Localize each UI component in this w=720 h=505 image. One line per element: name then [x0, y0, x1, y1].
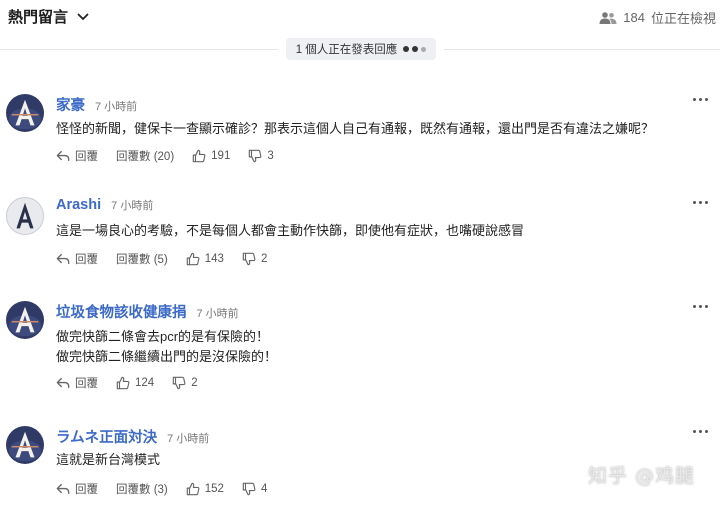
typing-text: 1 個人正在發表回應	[295, 44, 398, 56]
dislike-button[interactable]: 3	[248, 149, 274, 163]
more-options-icon[interactable]	[693, 305, 708, 308]
avatar[interactable]	[6, 426, 44, 464]
thumbs-down-icon	[172, 376, 186, 390]
reply-label: 回覆	[75, 484, 98, 496]
reply-button[interactable]: 回覆	[56, 375, 98, 391]
dislike-button[interactable]: 4	[242, 482, 267, 496]
watermark: 知乎 @鸡腿	[588, 465, 696, 487]
reply-icon	[56, 482, 70, 496]
like-button[interactable]: 124	[116, 376, 154, 390]
divider	[0, 49, 278, 50]
like-button[interactable]: 152	[186, 482, 224, 496]
thumbs-up-icon	[192, 149, 206, 163]
reply-label: 回覆	[75, 378, 98, 390]
comment-line: 這就是新台灣模式	[56, 452, 161, 467]
dislike-button[interactable]: 2	[242, 252, 267, 266]
reply-label: 回覆	[75, 254, 98, 266]
sort-label: 熱門留言	[8, 9, 69, 26]
comment-body: 做完快篩二條會去pcr的是有保險的！ 做完快篩二條繼續出門的是沒保險的！	[56, 327, 277, 367]
thumbs-up-icon	[116, 376, 130, 390]
reply-icon	[56, 252, 70, 266]
comment-time: 7 小時前	[167, 433, 210, 445]
comment-time: 7 小時前	[95, 101, 138, 113]
avatar[interactable]	[6, 94, 44, 132]
view-replies-button[interactable]: 回覆數 (3)	[116, 481, 168, 497]
like-count: 191	[211, 150, 231, 162]
comment-author[interactable]: 垃圾食物該收健康捐	[56, 301, 187, 322]
comment-line: 怪怪的新聞，健保卡一查顯示確診？那表示這個人自己有通報，既然有通報，還出門是否有…	[56, 121, 655, 136]
comment-body: 這是一場良心的考驗，不是每個人都會主動作快篩，即使他有症狀，也嘴硬說感冒	[56, 221, 524, 241]
thumbs-down-icon	[242, 252, 256, 266]
users-icon	[599, 11, 617, 24]
reply-icon	[56, 376, 70, 390]
chevron-down-icon	[77, 13, 89, 20]
dislike-count: 2	[191, 377, 198, 389]
dislike-count: 3	[267, 150, 274, 162]
comment-author[interactable]: Arashi	[56, 197, 101, 213]
replies-label: 回覆數 (5)	[116, 254, 168, 266]
like-count: 152	[204, 483, 224, 495]
more-options-icon[interactable]	[693, 98, 708, 101]
replies-label: 回覆數 (3)	[116, 484, 168, 496]
thumbs-up-icon	[186, 482, 200, 496]
reply-button[interactable]: 回覆	[56, 481, 98, 497]
comment-actions: 回覆 124 2	[56, 375, 216, 391]
like-button[interactable]: 143	[186, 252, 224, 266]
comment-time: 7 小時前	[111, 200, 154, 212]
sort-dropdown[interactable]: 熱門留言	[8, 6, 90, 27]
typing-pill: 1 個人正在發表回應	[286, 38, 436, 60]
more-options-icon[interactable]	[693, 430, 708, 433]
comment-line: 做完快篩二條會去pcr的是有保險的！	[56, 329, 270, 344]
dislike-count: 2	[260, 253, 268, 265]
like-count: 143	[204, 253, 224, 265]
comment-author[interactable]: ラムネ正面対決	[56, 426, 157, 447]
viewer-count: 184 位正在檢視	[599, 8, 716, 27]
viewer-text: 位正在檢視	[650, 11, 716, 26]
typing-indicator: 1 個人正在發表回應	[0, 38, 720, 62]
like-count: 124	[135, 377, 155, 389]
comment-author[interactable]: 家豪	[56, 94, 85, 115]
view-replies-button[interactable]: 回覆數 (5)	[116, 251, 168, 267]
divider	[444, 49, 720, 50]
reply-button[interactable]: 回覆	[56, 251, 98, 267]
reply-icon	[56, 149, 70, 163]
viewer-number: 184	[623, 10, 645, 25]
comment-actions: 回覆 回覆數 (5) 143 2	[56, 251, 285, 267]
view-replies-button[interactable]: 回覆數 (20)	[116, 148, 174, 164]
more-options-icon[interactable]	[693, 201, 708, 204]
comment-actions: 回覆 回覆數 (3) 152 4	[56, 481, 285, 497]
dislike-count: 4	[260, 483, 268, 495]
comment-body: 這就是新台灣模式	[56, 450, 160, 470]
comment-body: 怪怪的新聞，健保卡一查顯示確診？那表示這個人自己有通報，既然有通報，還出門是否有…	[56, 119, 654, 139]
avatar[interactable]	[6, 301, 44, 339]
replies-label: 回覆數 (20)	[116, 151, 175, 163]
thumbs-down-icon	[242, 482, 256, 496]
reply-button[interactable]: 回覆	[56, 148, 98, 164]
dislike-button[interactable]: 2	[172, 376, 198, 390]
comment-line: 做完快篩二條繼續出門的是沒保險的！	[56, 349, 278, 364]
comment-line: 這是一場良心的考驗，不是每個人都會主動作快篩，即使他有症狀，也嘴硬說感冒	[56, 223, 525, 238]
like-button[interactable]: 191	[192, 149, 230, 163]
comment-time: 7 小時前	[196, 308, 239, 320]
thumbs-down-icon	[248, 149, 262, 163]
avatar[interactable]	[6, 197, 44, 235]
comments-header: 熱門留言 184 位正在檢視	[0, 0, 720, 34]
reply-label: 回覆	[75, 151, 98, 163]
typing-dots-icon	[403, 46, 427, 52]
thumbs-up-icon	[186, 252, 200, 266]
comment-actions: 回覆 回覆數 (20) 191 3	[56, 148, 292, 164]
